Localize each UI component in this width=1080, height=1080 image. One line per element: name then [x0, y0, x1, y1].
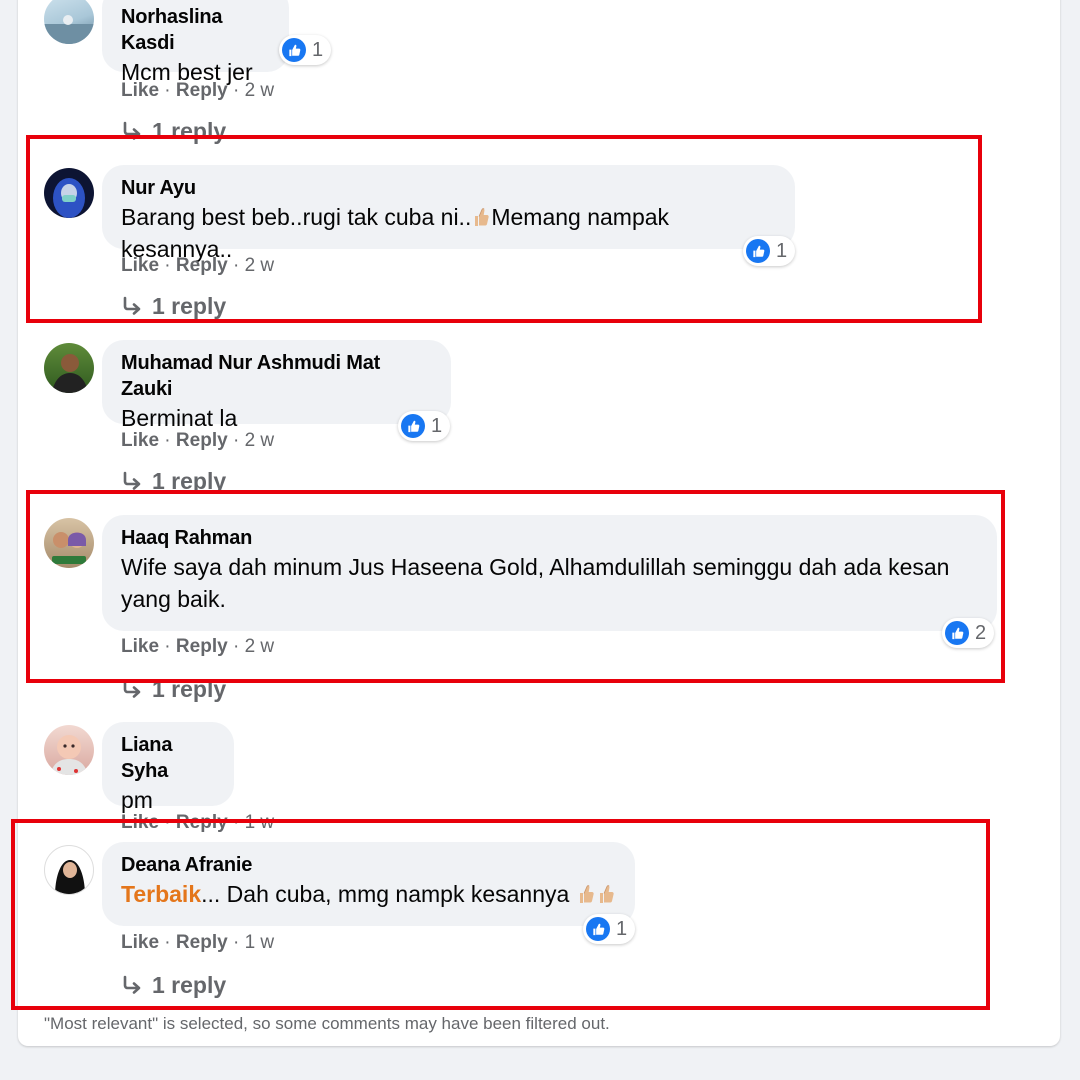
like-thumb-icon — [945, 621, 969, 645]
comment-author[interactable]: Deana Afranie — [121, 852, 617, 878]
comment-author[interactable]: Muhamad Nur Ashmudi Mat Zauki — [121, 350, 433, 402]
thumbs-up-emoji-icon — [472, 206, 490, 228]
reaction-count[interactable]: 1 — [398, 411, 451, 441]
comment-author[interactable]: Haaq Rahman — [121, 525, 979, 551]
thumbs-up-emoji-icon — [577, 883, 595, 905]
reaction-count[interactable]: 1 — [583, 914, 636, 944]
comment-bubble: Liana Syha pm — [102, 722, 234, 813]
comment-actions: Like · Reply · 1 w — [121, 932, 275, 953]
like-thumb-icon — [401, 414, 425, 438]
comment-time: 2 w — [244, 80, 275, 101]
filter-note: "Most relevant" is selected, so some com… — [44, 1014, 610, 1033]
avatar[interactable] — [44, 168, 94, 218]
like-link[interactable]: Like — [121, 636, 159, 657]
comment-actions: Like · Reply · 2 w — [121, 255, 275, 276]
comment-actions: Like · Reply · 2 w — [121, 636, 275, 657]
view-replies[interactable]: 1 reply — [120, 118, 226, 145]
reply-arrow-icon — [120, 678, 144, 702]
comment-bubble: Deana Afranie Terbaik... Dah cuba, mmg n… — [102, 842, 635, 926]
like-link[interactable]: Like — [121, 430, 159, 451]
comment-actions: Like · Reply · 2 w — [121, 80, 275, 101]
reply-arrow-icon — [120, 974, 144, 998]
avatar-photo-icon — [55, 860, 85, 894]
comment-author[interactable]: Liana Syha — [121, 732, 216, 784]
like-link[interactable]: Like — [121, 932, 159, 953]
view-replies[interactable]: 1 reply — [120, 468, 226, 495]
like-link[interactable]: Like — [121, 80, 159, 101]
avatar[interactable] — [44, 518, 94, 568]
reply-arrow-icon — [120, 120, 144, 144]
avatar[interactable] — [44, 343, 94, 393]
reply-link[interactable]: Reply — [176, 812, 228, 833]
avatar[interactable] — [44, 725, 94, 775]
comment-text: Terbaik... Dah cuba, mmg nampk kesannya — [121, 878, 617, 910]
like-link[interactable]: Like — [121, 812, 159, 833]
comment-time: 2 w — [244, 636, 275, 657]
reply-arrow-icon — [120, 470, 144, 494]
comment-time: 1 w — [244, 812, 275, 833]
like-thumb-icon — [282, 38, 306, 62]
view-replies[interactable]: 1 reply — [120, 293, 226, 320]
reply-arrow-icon — [120, 295, 144, 319]
reaction-count[interactable]: 1 — [279, 35, 332, 65]
comment-time: 2 w — [244, 430, 275, 451]
reply-link[interactable]: Reply — [176, 932, 228, 953]
avatar[interactable] — [44, 845, 94, 895]
like-thumb-icon — [586, 917, 610, 941]
reply-link[interactable]: Reply — [176, 255, 228, 276]
view-replies[interactable]: 1 reply — [120, 676, 226, 703]
avatar-photo-icon — [52, 354, 88, 393]
highlight-word: Terbaik — [121, 881, 202, 907]
reaction-count[interactable]: 1 — [743, 236, 796, 266]
comment-bubble: Norhaslina Kasdi Mcm best jer — [102, 0, 289, 85]
comment-time: 2 w — [244, 255, 275, 276]
like-thumb-icon — [746, 239, 770, 263]
comment-text: Wife saya dah minum Jus Haseena Gold, Al… — [121, 554, 950, 612]
comment-actions: Like · Reply · 2 w — [121, 430, 275, 451]
view-replies[interactable]: 1 reply — [120, 972, 226, 999]
comment-author[interactable]: Norhaslina Kasdi — [121, 4, 271, 56]
reply-link[interactable]: Reply — [176, 80, 228, 101]
comment-author[interactable]: Nur Ayu — [121, 175, 777, 201]
reply-link[interactable]: Reply — [176, 430, 228, 451]
avatar-photo-icon — [52, 532, 86, 564]
comment-actions: Like · Reply · 1 w — [121, 812, 275, 833]
reply-link[interactable]: Reply — [176, 636, 228, 657]
thumbs-up-emoji-icon — [597, 883, 615, 905]
comment-bubble: Nur Ayu Barang best beb..rugi tak cuba n… — [102, 165, 795, 262]
comment-bubble: Haaq Rahman Wife saya dah minum Jus Hase… — [102, 515, 997, 631]
reaction-count[interactable]: 2 — [942, 618, 995, 648]
avatar-photo-icon — [53, 178, 85, 218]
comment-time: 1 w — [244, 932, 275, 953]
like-link[interactable]: Like — [121, 255, 159, 276]
comment-bubble: Muhamad Nur Ashmudi Mat Zauki Berminat l… — [102, 340, 451, 431]
avatar-photo-icon — [50, 735, 88, 775]
